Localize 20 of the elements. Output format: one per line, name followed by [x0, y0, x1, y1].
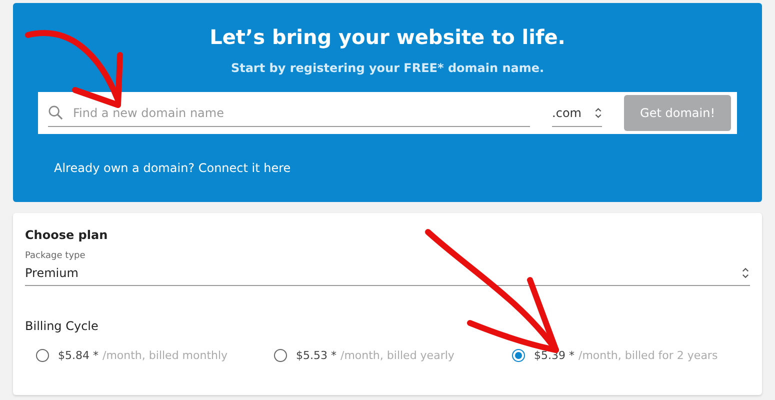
updown-icon [741, 266, 750, 280]
billing-note: /month, billed yearly [340, 349, 454, 362]
radio-button[interactable] [274, 349, 287, 362]
radio-button[interactable] [36, 349, 49, 362]
hero-title: Let’s bring your website to life. [210, 25, 566, 49]
price: $5.84 * [58, 349, 98, 362]
updown-icon [594, 106, 602, 120]
tld-select[interactable]: .com [552, 100, 602, 126]
billing-note: /month, billed for 2 years [578, 349, 718, 362]
search-icon [48, 105, 63, 120]
hero-subtitle: Start by registering your FREE* domain name. [230, 61, 544, 75]
section-title: Choose plan [25, 228, 109, 242]
connect-domain-link[interactable]: Already own a domain? Connect it here [54, 161, 291, 175]
radio-button[interactable] [512, 349, 525, 362]
section-title: Billing Cycle [25, 319, 100, 333]
field-label: Package type [25, 251, 86, 261]
billing-note: /month, billed monthly [102, 349, 228, 362]
price: $5.53 * [296, 349, 336, 362]
search-field[interactable]: Find a new domain name [71, 104, 530, 120]
package-select[interactable]: Premium [25, 261, 750, 286]
